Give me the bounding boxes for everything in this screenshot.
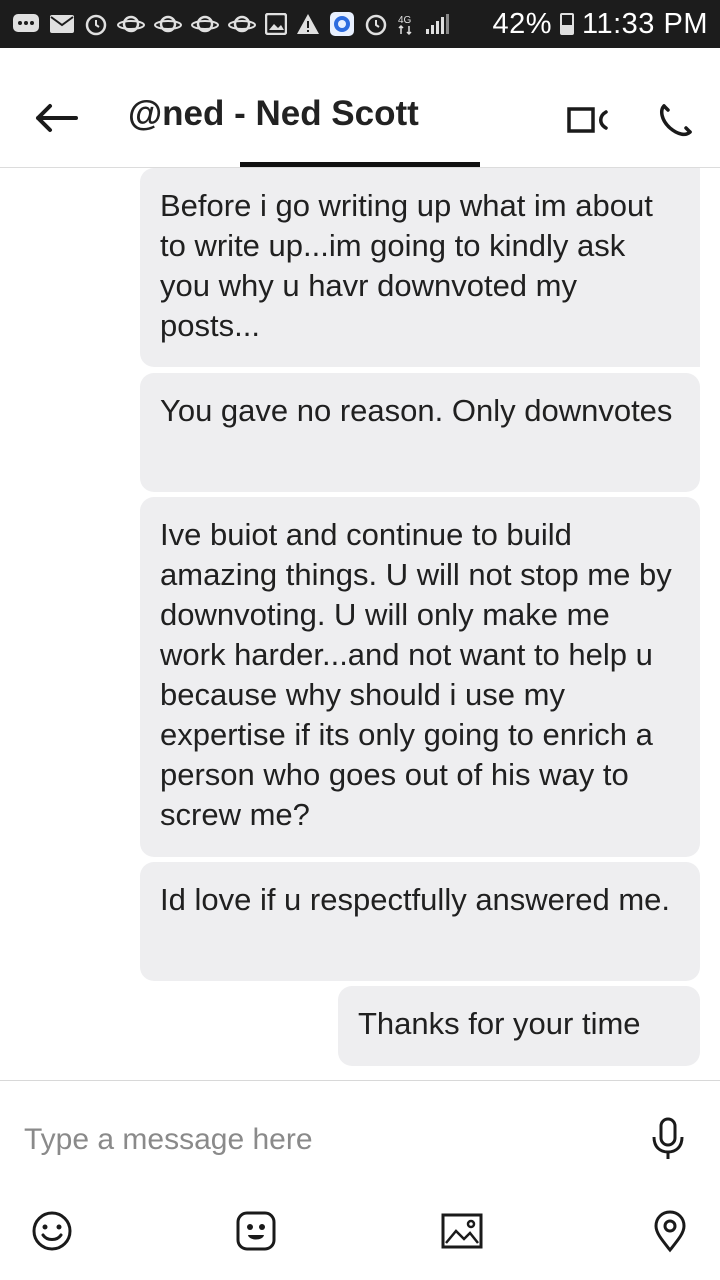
planet-icon xyxy=(154,13,182,35)
phone-icon xyxy=(660,104,692,137)
message-bubble[interactable]: Thanks for your time xyxy=(338,986,700,1066)
voice-message-button[interactable] xyxy=(650,1117,686,1161)
attach-image-button[interactable] xyxy=(440,1209,484,1253)
sticker-icon xyxy=(236,1211,276,1251)
planet-icon xyxy=(191,13,219,35)
chat-title: @ned - Ned Scott xyxy=(128,94,419,133)
sticker-button[interactable] xyxy=(234,1209,278,1253)
message-input[interactable] xyxy=(24,1115,624,1165)
browser-icon xyxy=(329,11,355,37)
planet-icon xyxy=(117,13,145,35)
title-underline xyxy=(240,162,480,167)
location-pin-icon xyxy=(654,1210,686,1253)
video-call-button[interactable] xyxy=(566,104,610,136)
message-composer xyxy=(0,1080,720,1280)
status-bar: 4G 42% 11:33 PM xyxy=(0,0,720,48)
video-call-icon xyxy=(567,107,608,133)
message-bubble[interactable]: Before i go writing up what im about to … xyxy=(140,168,700,367)
battery-icon xyxy=(560,13,575,35)
warning-icon xyxy=(296,13,320,35)
back-button[interactable] xyxy=(32,98,80,138)
share-location-button[interactable] xyxy=(648,1209,692,1253)
image-icon xyxy=(265,13,287,35)
microphone-icon xyxy=(652,1117,684,1159)
status-right: 42% 11:33 PM xyxy=(492,8,708,41)
data-icon: 4G xyxy=(397,12,415,36)
image-icon xyxy=(441,1213,483,1249)
arrow-left-icon xyxy=(36,104,78,132)
messages-icon xyxy=(12,13,40,35)
notification-icons: 4G xyxy=(12,11,492,37)
voice-call-button[interactable] xyxy=(656,100,696,140)
alarm-icon xyxy=(364,12,388,36)
battery-level xyxy=(562,25,573,33)
chat-header: @ned - Ned Scott xyxy=(0,48,720,168)
message-bubble[interactable]: Id love if u respectfully answered me. xyxy=(140,862,700,981)
battery-percent: 42% xyxy=(492,7,553,40)
planet-icon xyxy=(228,13,256,35)
message-bubble[interactable]: You gave no reason. Only downvotes xyxy=(140,373,700,492)
mail-icon xyxy=(49,14,75,34)
signal-icon xyxy=(424,13,450,35)
emoji-button[interactable] xyxy=(30,1209,74,1253)
emoji-icon xyxy=(32,1211,72,1251)
svg-text:4G: 4G xyxy=(398,15,412,26)
message-bubble[interactable]: Ive buiot and continue to build amazing … xyxy=(140,497,700,857)
clock: 11:33 PM xyxy=(582,7,708,40)
message-list[interactable]: Before i go writing up what im about to … xyxy=(0,168,720,1080)
alarm-icon xyxy=(84,12,108,36)
